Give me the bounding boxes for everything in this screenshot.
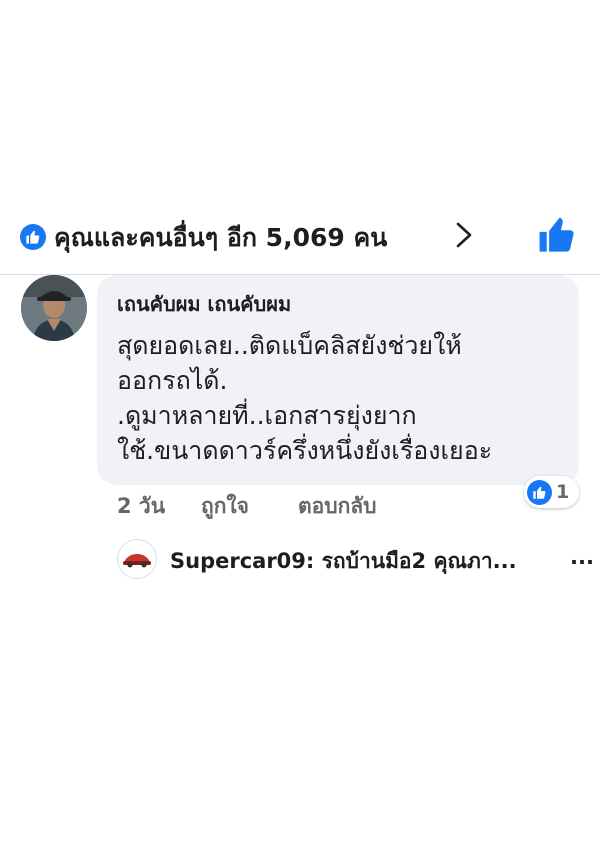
avatar[interactable] — [21, 275, 87, 341]
comment-time[interactable]: 2 วัน — [117, 490, 165, 523]
chevron-right-icon[interactable] — [452, 220, 476, 250]
like-icon — [527, 479, 552, 505]
comment-text: สุดยอดเลย..ติดแบ็คลิสยังช่วยให้ ออกรถได้… — [117, 328, 579, 468]
comment-like-count[interactable]: 1 — [524, 476, 580, 508]
comment-line: .ดูมาหลายที่..เอกสารยุ่งยาก — [117, 401, 417, 430]
thumbs-up-icon[interactable] — [538, 216, 576, 254]
comment-line: สุดยอดเลย..ติดแบ็คลิสยังช่วยให้ — [117, 331, 462, 360]
comment-author[interactable]: เถนคับผม เถนคับผม — [117, 288, 579, 320]
comment-line: ออกรถได้. — [117, 366, 228, 395]
reply-preview[interactable]: Supercar09: รถบ้านมือ2 คุณภา... — [170, 545, 517, 578]
reply-avatar[interactable] — [117, 539, 157, 579]
reactions-summary[interactable]: คุณและคนอื่นๆ อีก 5,069 คน — [54, 218, 387, 258]
reply-action-button[interactable]: ตอบกลับ — [298, 490, 377, 523]
like-icon — [20, 224, 46, 250]
like-count-text: 1 — [556, 481, 570, 503]
comment-bubble: เถนคับผม เถนคับผม สุดยอดเลย..ติดแบ็คลิสย… — [97, 275, 579, 485]
like-action-button[interactable]: ถูกใจ — [201, 490, 249, 523]
comment-line: ใช้.ขนาดดาวร์ครึ่งหนึ่งยังเรื่องเยอะ — [117, 436, 493, 465]
more-options[interactable]: ... — [570, 545, 594, 569]
